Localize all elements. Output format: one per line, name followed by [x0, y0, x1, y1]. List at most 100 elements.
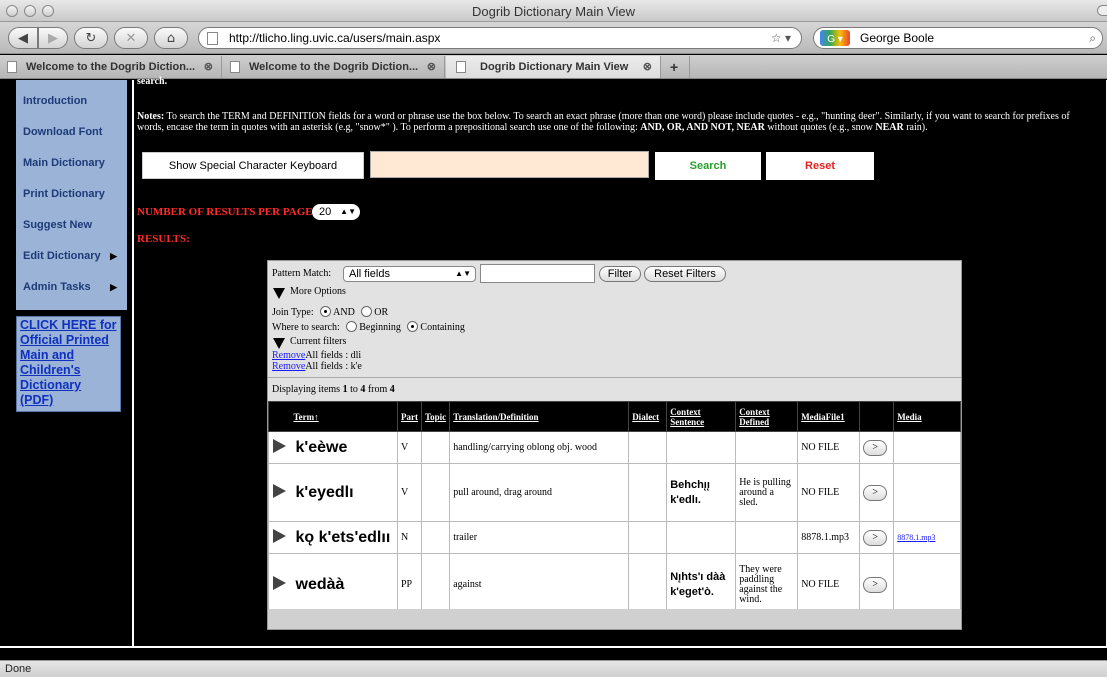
expand-row-icon[interactable]	[268, 521, 291, 554]
stop-button[interactable]: ✕	[114, 27, 148, 49]
media-link[interactable]: 8878.1.mp3	[897, 533, 935, 542]
column-header-part[interactable]: Part	[397, 401, 422, 432]
filter-text: All fields : k'e	[305, 361, 362, 372]
filter-input[interactable]	[480, 264, 595, 283]
sidebar-item-edit-dictionary[interactable]: Edit Dictionary ▶	[16, 241, 127, 271]
search-button[interactable]: Search	[655, 152, 761, 180]
toolbar-toggle-button[interactable]	[1097, 5, 1107, 16]
new-tab-button[interactable]: +	[662, 56, 690, 78]
google-icon[interactable]: G ▾	[820, 30, 850, 46]
play-cell: >	[859, 431, 895, 464]
url-text: http://tlicho.ling.uvic.ca/users/main.as…	[229, 31, 441, 45]
play-button[interactable]: >	[863, 439, 888, 456]
sidebar-item-main-dictionary[interactable]: Main Dictionary	[16, 148, 127, 178]
context-defined-cell	[735, 431, 799, 464]
join-or-radio[interactable]	[361, 306, 373, 317]
expand-triangle-icon[interactable]	[273, 288, 285, 299]
column-header-context-defined[interactable]: Context Defined	[735, 401, 799, 432]
results-per-page-label: NUMBER OF RESULTS PER PAGE:	[137, 206, 317, 218]
url-bar[interactable]: http://tlicho.ling.uvic.ca/users/main.as…	[198, 27, 802, 49]
notes-end: rain).	[906, 122, 928, 133]
search-input[interactable]	[370, 151, 649, 178]
column-header-definition[interactable]: Translation/Definition	[449, 401, 630, 432]
display-total: 4	[389, 384, 395, 395]
display-to-word: to	[350, 384, 358, 395]
page-icon	[230, 61, 240, 73]
sidebar-item-introduction[interactable]: Introduction	[16, 86, 127, 116]
page-icon	[207, 32, 218, 45]
play-button[interactable]: >	[863, 529, 888, 546]
back-button[interactable]: ◀	[8, 27, 38, 49]
results-grid: Pattern Match: All fields ▲▼ Filter Reset…	[267, 260, 962, 630]
select-arrows-icon: ▲▼	[340, 207, 356, 216]
reset-button[interactable]: Reset	[766, 152, 874, 180]
table-row[interactable]: k'eyedlı V pull around, drag around Behc…	[268, 463, 961, 522]
sort-arrow-icon: ↑	[314, 411, 319, 422]
tab-close-icon[interactable]: ⊗	[427, 56, 436, 78]
join-and-label: AND	[333, 307, 355, 318]
filter-item: RemoveAll fields : k'e	[272, 361, 362, 372]
context-sentence-cell: Nı̨hts'ı dàà k'eget'ò.	[666, 553, 737, 616]
stop-icon: ✕	[125, 30, 137, 46]
remove-filter-link[interactable]: Remove	[272, 350, 305, 361]
media-cell	[893, 553, 961, 616]
where-containing-radio[interactable]	[407, 321, 419, 332]
search-engine-bar[interactable]: G ▾ George Boole ⌕	[813, 27, 1103, 49]
tab-welcome-2[interactable]: Welcome to the Dogrib Diction... ⊗	[223, 56, 445, 78]
play-cell: >	[859, 553, 895, 616]
where-beginning-radio[interactable]	[346, 321, 358, 332]
table-row[interactable]: wedàà PP against Nı̨hts'ı dàà k'eget'ò. …	[268, 553, 961, 616]
column-header-term[interactable]: Term↑	[290, 401, 398, 432]
filter-button[interactable]: Filter	[599, 266, 641, 282]
column-header-dialect[interactable]: Dialect	[628, 401, 668, 432]
column-header-mediafile[interactable]: MediaFile1	[797, 401, 861, 432]
reload-button[interactable]: ↻	[74, 27, 108, 49]
expand-row-icon[interactable]	[268, 553, 291, 616]
context-defined-cell	[735, 521, 799, 554]
table-row[interactable]: k'eèwe V handling/carrying oblong obj. w…	[268, 431, 961, 464]
column-header-topic[interactable]: Topic	[420, 401, 451, 432]
special-keyboard-button[interactable]: Show Special Character Keyboard	[142, 152, 364, 179]
sidebar-nav: Introduction Download Font Main Dictiona…	[16, 80, 127, 310]
pattern-match-select[interactable]: All fields ▲▼	[343, 266, 476, 282]
sidebar-item-suggest-new[interactable]: Suggest New	[16, 210, 127, 240]
sidebar-item-label: Download Font	[23, 126, 103, 138]
sidebar-item-print-dictionary[interactable]: Print Dictionary	[16, 179, 127, 209]
part-cell: N	[397, 521, 422, 554]
join-or-label: OR	[374, 307, 389, 318]
results-per-page-select[interactable]: 20 ▲▼	[312, 204, 360, 220]
table-row[interactable]: kǫ k'ets'edlıı N trailer 8878.1.mp3 > 88…	[268, 521, 961, 554]
notes-text: To search the TERM and DEFINITION fields…	[137, 111, 1070, 133]
play-cell: >	[859, 463, 895, 522]
reset-filters-button[interactable]: Reset Filters	[644, 266, 726, 282]
topic-cell	[420, 521, 451, 554]
expand-triangle-icon[interactable]	[273, 338, 285, 349]
tab-welcome-1[interactable]: Welcome to the Dogrib Diction... ⊗	[0, 56, 222, 78]
home-button[interactable]: ⌂	[154, 27, 188, 49]
play-button[interactable]: >	[863, 576, 888, 593]
pdf-dictionary-link[interactable]: CLICK HERE for Official Printed Main and…	[16, 316, 121, 412]
topic-cell	[420, 553, 451, 616]
definition-cell: against	[449, 553, 630, 616]
magnifier-icon[interactable]: ⌕	[1089, 28, 1096, 48]
sidebar-item-admin-tasks[interactable]: Admin Tasks ▶	[16, 272, 127, 302]
join-and-radio[interactable]	[320, 306, 332, 317]
current-filters-label: Current filters	[290, 336, 347, 347]
tab-close-icon[interactable]: ⊗	[204, 56, 213, 78]
sidebar-item-download-font[interactable]: Download Font	[16, 117, 127, 147]
tab-close-icon[interactable]: ⊗	[643, 56, 652, 78]
column-header-media[interactable]: Media	[893, 401, 961, 432]
forward-button[interactable]: ▶	[38, 27, 68, 49]
more-options-label[interactable]: More Options	[290, 286, 346, 297]
play-button[interactable]: >	[863, 484, 888, 501]
remove-filter-link[interactable]: Remove	[272, 361, 305, 372]
expand-row-icon[interactable]	[268, 463, 291, 522]
expand-row-icon[interactable]	[268, 431, 291, 464]
column-header-context-sentence[interactable]: Context Sentence	[666, 401, 737, 432]
term-cell: k'eyedlı	[290, 463, 398, 522]
display-from: 1	[342, 384, 348, 395]
page-icon	[456, 61, 466, 73]
bookmark-star-icon[interactable]: ☆ ▾	[771, 28, 791, 48]
column-divider	[132, 80, 134, 646]
tab-main-view[interactable]: Dogrib Dictionary Main View ⊗	[446, 56, 661, 78]
